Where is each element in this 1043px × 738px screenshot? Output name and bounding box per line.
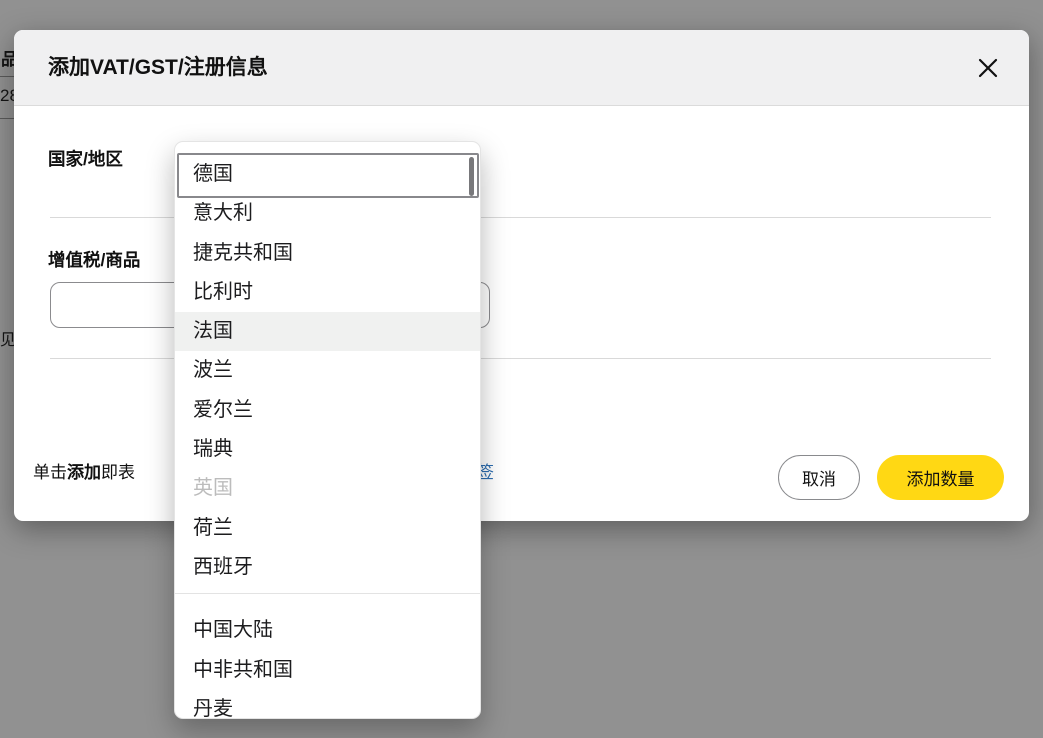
add-vat-gst-dialog: 添加VAT/GST/注册信息 国家/地区 增值税/商品 单击添加即表 签 取消 … [14, 30, 1029, 521]
agreement-text-add-keyword: 添加 [67, 463, 101, 482]
agreement-text-suffix: 即表 [101, 463, 135, 482]
country-option-item: 英国 [175, 469, 480, 508]
country-option-item[interactable]: 波兰 [175, 351, 480, 390]
country-option-item[interactable]: 中非共和国 [175, 651, 480, 690]
country-option-item[interactable]: 荷兰 [175, 509, 480, 548]
country-option-item[interactable]: 捷克共和国 [175, 234, 480, 273]
country-option-item[interactable]: 法国 [175, 312, 480, 351]
country-option-item[interactable]: 中国大陆 [175, 611, 480, 650]
dialog-header: 添加VAT/GST/注册信息 [14, 30, 1029, 106]
close-icon [976, 68, 1000, 83]
country-option-selected[interactable]: 德国 [175, 155, 480, 194]
close-button[interactable] [975, 56, 1001, 82]
dropdown-group-separator [175, 593, 480, 594]
cancel-button[interactable]: 取消 [778, 455, 860, 500]
country-dropdown-menu: 德国意大利捷克共和国比利时法国波兰爱尔兰瑞典英国荷兰西班牙中国大陆中非共和国丹麦 [174, 141, 481, 719]
country-option-item[interactable]: 瑞典 [175, 430, 480, 469]
country-option-item[interactable]: 西班牙 [175, 548, 480, 587]
screen: 品牌 28 见, 添加VAT/GST/注册信息 国家/地区 增值税/商品 单击添… [0, 0, 1043, 738]
country-option-item[interactable]: 丹麦 [175, 690, 480, 719]
agreement-text: 单击添加即表 [33, 458, 135, 483]
country-region-label: 国家/地区 [48, 146, 123, 171]
country-option-item[interactable]: 比利时 [175, 273, 480, 312]
country-option-list: 德国意大利捷克共和国比利时法国波兰爱尔兰瑞典英国荷兰西班牙中国大陆中非共和国丹麦 [175, 142, 480, 719]
country-option-item[interactable]: 爱尔兰 [175, 391, 480, 430]
country-option-item[interactable]: 意大利 [175, 194, 480, 233]
agreement-text-prefix: 单击 [33, 463, 67, 482]
dialog-title: 添加VAT/GST/注册信息 [48, 30, 268, 106]
add-submit-button[interactable]: 添加数量 [877, 455, 1004, 500]
